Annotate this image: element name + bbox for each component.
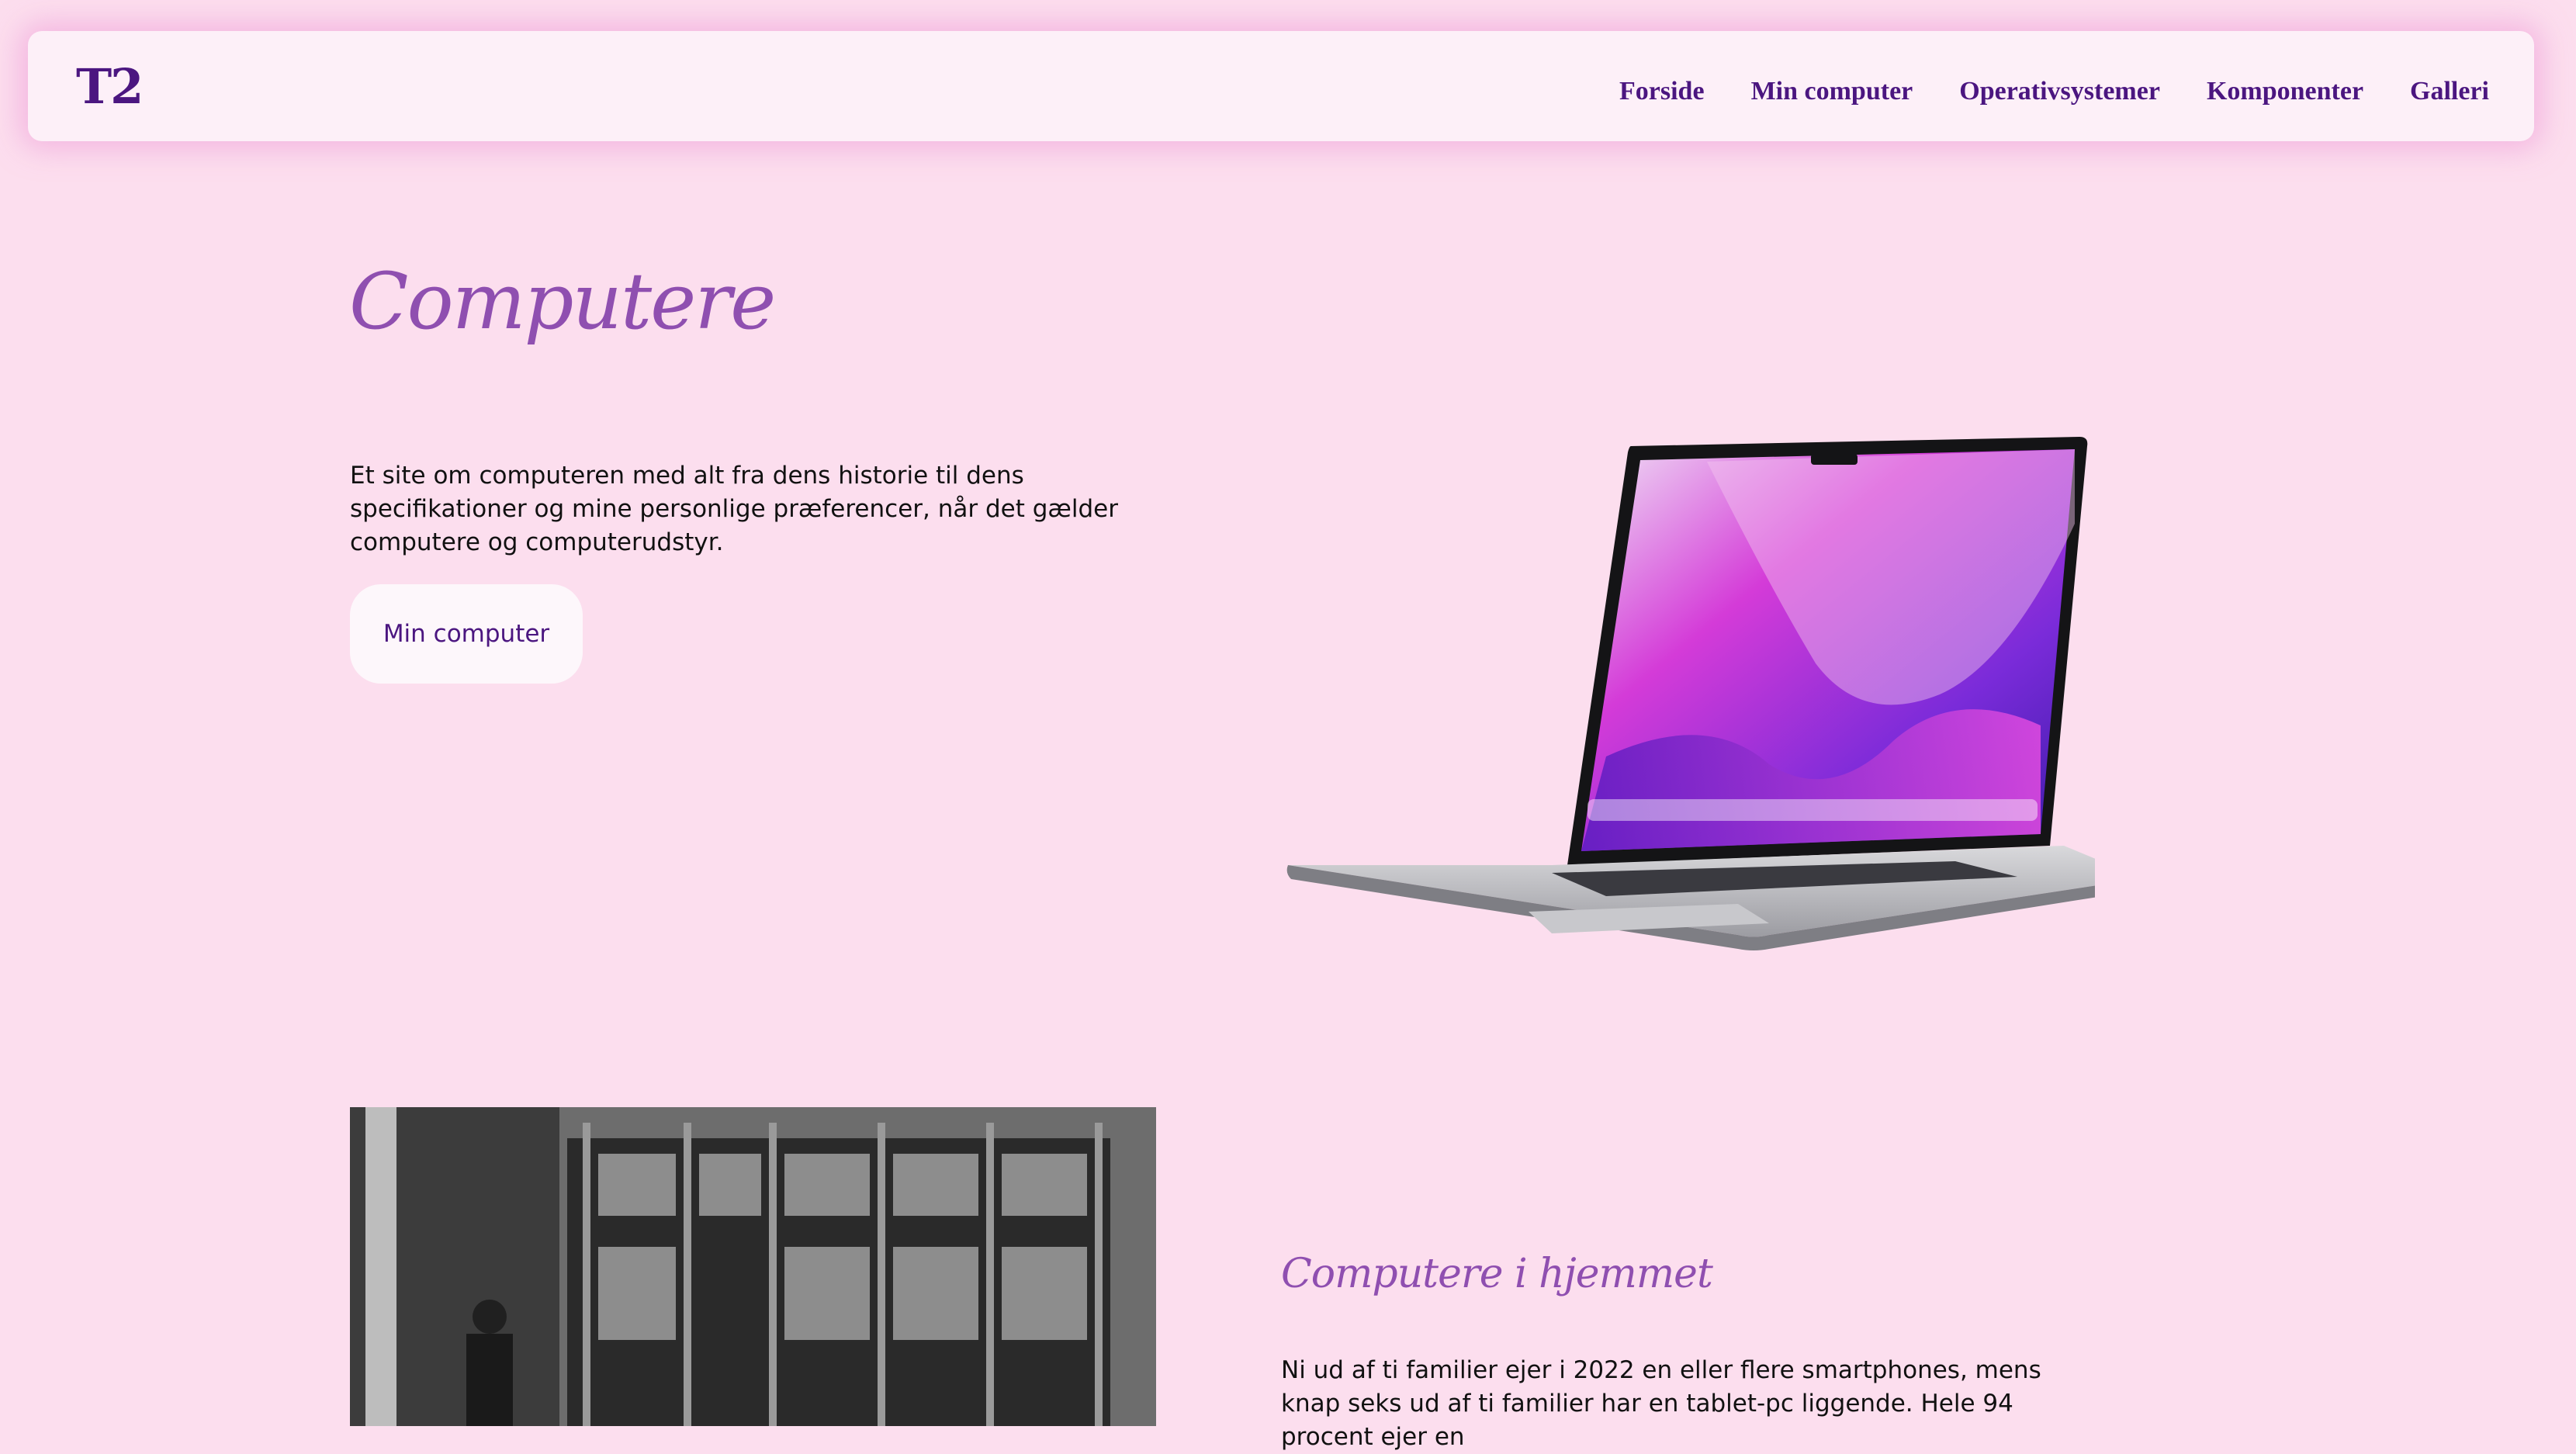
photo-illustration xyxy=(350,1107,1156,1426)
nav-link-galleri[interactable]: Galleri xyxy=(2410,77,2489,106)
site-logo[interactable]: T2 xyxy=(76,58,144,115)
nav-link-min-computer[interactable]: Min computer xyxy=(1751,77,1913,106)
main-nav: Forside Min computer Operativsystemer Ko… xyxy=(1573,77,2489,106)
laptop-image xyxy=(1286,437,2095,950)
min-computer-button[interactable]: Min computer xyxy=(350,584,583,684)
section-text: Ni ud af ti familier ejer i 2022 en elle… xyxy=(1281,1356,2041,1451)
nav-link-forside[interactable]: Forside xyxy=(1619,77,1705,106)
nav-link-operativsystemer[interactable]: Operativsystemer xyxy=(1959,77,2160,106)
section-title-computere-i-hjemmet: Computere i hjemmet xyxy=(1281,1251,1713,1297)
navbar: T2 Forside Min computer Operativsystemer… xyxy=(28,31,2534,141)
nav-link-komponenter[interactable]: Komponenter xyxy=(2207,77,2363,106)
hero-title: Computere xyxy=(349,256,776,347)
historic-computer-photo xyxy=(350,1107,1156,1426)
hero-description: Et site om computeren med alt fra dens h… xyxy=(350,462,1118,556)
